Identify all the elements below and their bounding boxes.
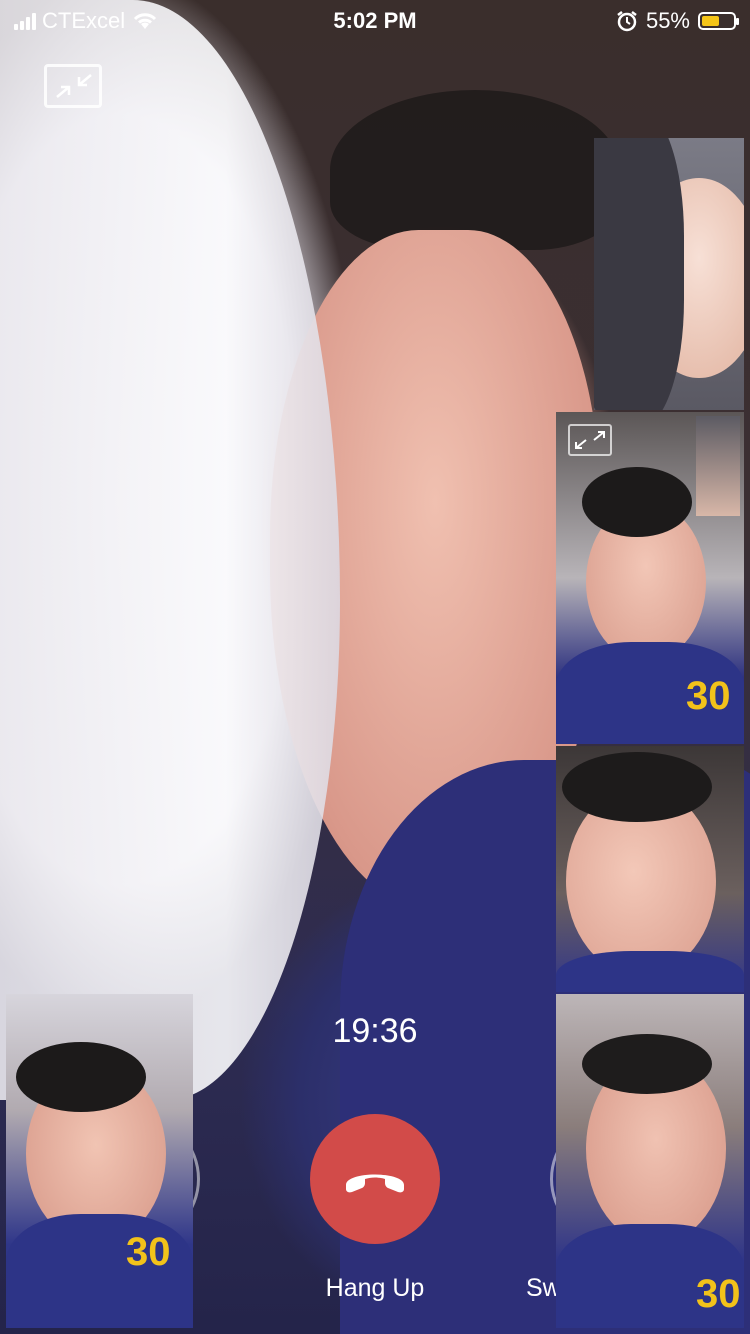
- participant-hair: [16, 1042, 146, 1112]
- participant-tile-1[interactable]: [594, 138, 744, 410]
- participant-hair: [582, 467, 692, 537]
- participant-tile-3[interactable]: [556, 746, 744, 992]
- call-duration: 19:36: [332, 1012, 418, 1050]
- expand-button[interactable]: [568, 424, 612, 456]
- status-right: 55%: [616, 8, 739, 34]
- minimize-button[interactable]: [44, 64, 102, 108]
- battery-fill: [702, 16, 719, 26]
- minimize-icon: [56, 74, 92, 98]
- hang-up-label: Hang Up: [325, 1274, 425, 1302]
- participant-hair: [594, 138, 684, 410]
- participant-hair: [562, 752, 712, 822]
- battery-icon: [698, 12, 739, 30]
- jersey-number: 30: [686, 674, 731, 718]
- self-preview-thumbnail[interactable]: [696, 416, 740, 516]
- expand-icon: [575, 431, 605, 449]
- battery-percent: 55%: [645, 8, 690, 33]
- participant-tile-self[interactable]: 30: [556, 412, 744, 744]
- jersey-number: 30: [126, 1230, 171, 1274]
- hang-up-button[interactable]: [310, 1114, 440, 1244]
- participant-shirt: [556, 951, 744, 992]
- status-bar: CTExcel 5:02 PM 55%: [0, 0, 750, 40]
- video-pillow-region: [0, 0, 340, 1100]
- jersey-number: 30: [696, 1272, 741, 1316]
- video-hair-region: [330, 90, 620, 250]
- phone-hangup-icon: [346, 1174, 404, 1193]
- alarm-icon: [617, 11, 637, 32]
